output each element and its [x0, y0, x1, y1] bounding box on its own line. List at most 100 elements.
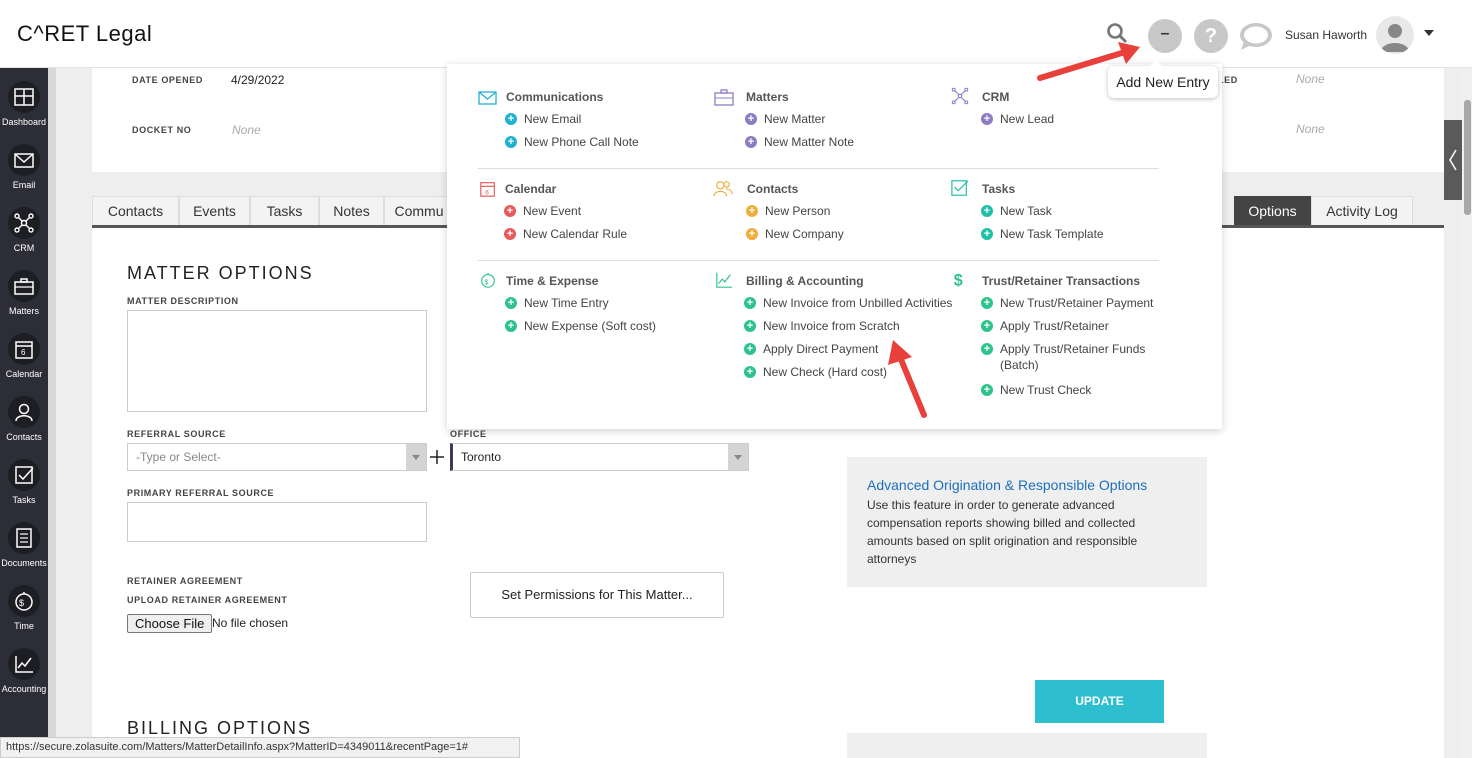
- menu-item-label: New Expense (Soft cost): [524, 319, 657, 333]
- plus-icon: +: [505, 320, 517, 332]
- advanced-origination-link[interactable]: Advanced Origination & Responsible Optio…: [867, 477, 1147, 493]
- tab-communications[interactable]: Commu: [384, 196, 454, 225]
- panel-collapse-handle[interactable]: [1444, 120, 1462, 200]
- apply-trust-retainer-item[interactable]: + Apply Trust/Retainer: [981, 318, 1109, 334]
- tab-activity-log[interactable]: Activity Log: [1311, 196, 1413, 225]
- sidebar-item-time[interactable]: $ Time: [0, 577, 48, 639]
- new-matter-note-item[interactable]: + New Matter Note: [745, 134, 854, 150]
- new-phone-call-note-item[interactable]: + New Phone Call Note: [505, 134, 639, 150]
- chevron-left-icon: [1449, 149, 1457, 171]
- plus-icon: +: [746, 228, 758, 240]
- tab-options[interactable]: Options: [1234, 196, 1311, 225]
- sidebar-item-matters[interactable]: Matters: [0, 262, 48, 324]
- sidebar-item-dashboard[interactable]: Dashboard: [0, 73, 48, 135]
- upload-retainer-label: UPLOAD RETAINER AGREEMENT: [127, 595, 288, 605]
- matter-description-field[interactable]: [127, 310, 427, 412]
- office-value: Toronto: [461, 450, 502, 464]
- chevron-down-icon[interactable]: [1424, 30, 1434, 36]
- sidebar-item-calendar[interactable]: 6 Calendar: [0, 325, 48, 387]
- tab-tasks[interactable]: Tasks: [250, 196, 319, 225]
- menu-item-label: New Task Template: [1000, 227, 1104, 241]
- svg-text:$: $: [484, 278, 488, 287]
- new-email-item[interactable]: + New Email: [505, 111, 581, 127]
- plus-icon: +: [505, 136, 517, 148]
- sidebar-item-label: CRM: [13, 243, 35, 253]
- tab-events[interactable]: Events: [179, 196, 250, 225]
- set-permissions-button[interactable]: Set Permissions for This Matter...: [470, 572, 724, 618]
- sidebar-item-accounting[interactable]: Accounting: [0, 640, 48, 702]
- user-name[interactable]: Susan Haworth: [1285, 28, 1367, 42]
- sidebar-item-tasks[interactable]: Tasks: [0, 451, 48, 513]
- plus-icon: +: [981, 113, 993, 125]
- menu-item-label: New Time Entry: [524, 296, 609, 310]
- primary-referral-field[interactable]: [127, 502, 427, 542]
- sidebar-item-label: Matters: [8, 306, 39, 316]
- sidebar-item-email[interactable]: Email: [0, 136, 48, 198]
- new-person-item[interactable]: + New Person: [746, 203, 830, 219]
- advanced-origination-box: Advanced Origination & Responsible Optio…: [847, 457, 1207, 587]
- sidebar-item-documents[interactable]: Documents: [0, 514, 48, 576]
- menu-item-label: Apply Trust/Retainer Funds: [1000, 342, 1146, 356]
- new-trust-check-item[interactable]: + New Trust Check: [981, 382, 1091, 398]
- contacts-icon: [8, 396, 40, 428]
- menu-item-label: New Task: [1000, 204, 1052, 218]
- chevron-down-icon[interactable]: [728, 444, 748, 470]
- new-company-item[interactable]: + New Company: [746, 226, 844, 242]
- tab-contacts[interactable]: Contacts: [92, 196, 179, 225]
- app-logo[interactable]: C^RET Legal: [17, 21, 152, 47]
- new-event-item[interactable]: + New Event: [504, 203, 581, 219]
- chat-icon[interactable]: [1238, 20, 1274, 52]
- plus-icon: +: [744, 320, 756, 332]
- field-value: None: [1296, 122, 1325, 136]
- new-lead-item[interactable]: + New Lead: [981, 111, 1054, 127]
- contacts-heading: Contacts: [747, 182, 799, 196]
- new-trust-payment-item[interactable]: + New Trust/Retainer Payment: [981, 295, 1153, 311]
- menu-item-label: Apply Direct Payment: [763, 342, 879, 356]
- chevron-down-icon[interactable]: [406, 444, 426, 470]
- calendar-icon: 6: [480, 182, 495, 197]
- plus-icon: +: [981, 228, 993, 240]
- new-check-item[interactable]: + New Check (Hard cost): [744, 364, 887, 380]
- new-invoice-scratch-item[interactable]: + New Invoice from Scratch: [744, 318, 900, 334]
- sidebar-item-crm[interactable]: CRM: [0, 199, 48, 261]
- time-icon: $: [8, 585, 40, 617]
- crm-icon: [8, 207, 40, 239]
- menu-item-label: New Person: [765, 204, 831, 218]
- add-new-entry-button[interactable]: –: [1148, 19, 1182, 53]
- scrollbar-thumb[interactable]: [1464, 100, 1471, 215]
- new-task-template-item[interactable]: + New Task Template: [981, 226, 1104, 242]
- tasks-heading: Tasks: [982, 182, 1016, 196]
- plus-icon: +: [504, 205, 516, 217]
- accounting-icon: [8, 648, 40, 680]
- avatar[interactable]: [1376, 16, 1414, 54]
- sidebar-item-contacts[interactable]: Contacts: [0, 388, 48, 450]
- office-select[interactable]: Toronto: [450, 443, 749, 471]
- menu-item-label: New Lead: [1000, 112, 1055, 126]
- menu-item-label: New Trust Check: [1000, 383, 1092, 397]
- choose-file-button[interactable]: Choose File: [127, 614, 213, 633]
- time-expense-heading: Time & Expense: [506, 274, 599, 288]
- new-time-entry-item[interactable]: + New Time Entry: [505, 295, 609, 311]
- svg-text:$: $: [954, 271, 963, 288]
- plus-icon: +: [744, 366, 756, 378]
- tab-notes[interactable]: Notes: [319, 196, 384, 225]
- plus-icon: +: [981, 205, 993, 217]
- help-button[interactable]: ?: [1194, 19, 1228, 53]
- plus-icon: +: [981, 320, 993, 332]
- apply-trust-funds-batch-item[interactable]: + Apply Trust/Retainer Funds (Batch): [981, 341, 1145, 373]
- contacts-icon: [713, 181, 733, 197]
- new-calendar-rule-item[interactable]: + New Calendar Rule: [504, 226, 627, 242]
- referral-source-select[interactable]: -Type or Select-: [127, 443, 427, 471]
- update-button[interactable]: UPDATE: [1035, 680, 1164, 723]
- new-task-item[interactable]: + New Task: [981, 203, 1052, 219]
- new-expense-item[interactable]: + New Expense (Soft cost): [505, 318, 656, 334]
- plus-icon: +: [504, 228, 516, 240]
- new-invoice-unbilled-item[interactable]: + New Invoice from Unbilled Activities: [744, 295, 952, 311]
- plus-icon: +: [981, 343, 993, 355]
- sidebar-item-label: Time: [14, 621, 34, 631]
- new-matter-item[interactable]: + New Matter: [745, 111, 825, 127]
- apply-direct-payment-item[interactable]: + Apply Direct Payment: [744, 341, 878, 357]
- plus-icon[interactable]: [430, 450, 444, 464]
- billing-options-title: BILLING OPTIONS: [127, 718, 313, 738]
- menu-item-label: New Email: [524, 112, 582, 126]
